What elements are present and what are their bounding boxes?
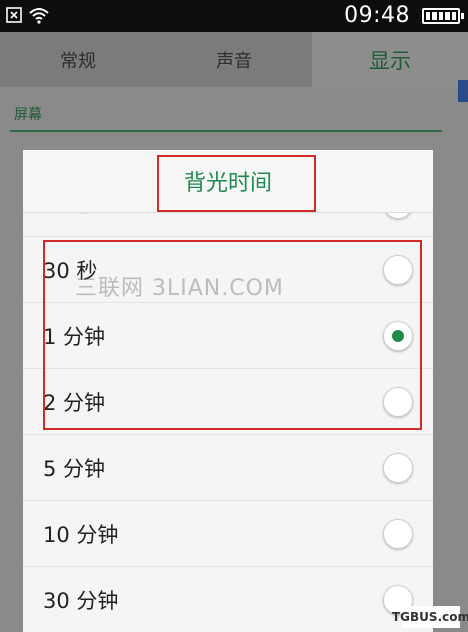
option-label: 1 分钟 — [43, 324, 106, 349]
radio-button-checked[interactable] — [383, 320, 413, 351]
backlight-dialog: 背光时间 15 秒 30 秒 1 分钟 2 分钟 5 分钟 10 分钟 30 分… — [23, 150, 433, 632]
option-row-10min[interactable]: 10 分钟 — [23, 501, 433, 567]
radio-button[interactable] — [383, 452, 413, 483]
status-time: 09:48 — [344, 3, 410, 28]
edge-indicator — [458, 80, 468, 102]
option-label: 10 分钟 — [43, 522, 119, 547]
tab-sound[interactable]: 声音 — [156, 32, 312, 87]
option-label: 5 分钟 — [43, 456, 106, 481]
wifi-icon — [29, 8, 49, 24]
section-divider — [10, 130, 442, 132]
radio-button[interactable] — [383, 386, 413, 417]
status-bar: 09:48 — [0, 0, 468, 32]
battery-icon — [422, 8, 464, 24]
watermark: 三联网 3LIAN.COM — [75, 276, 284, 301]
option-label: 30 分钟 — [43, 588, 119, 613]
radio-button[interactable] — [383, 518, 413, 549]
tab-general[interactable]: 常规 — [0, 32, 156, 87]
tab-display[interactable]: 显示 — [312, 32, 468, 87]
option-row-5min[interactable]: 5 分钟 — [23, 435, 433, 501]
option-row-2min[interactable]: 2 分钟 — [23, 369, 433, 435]
dialog-title: 背光时间 — [23, 150, 433, 213]
settings-tabs: 常规 声音 显示 — [0, 32, 468, 87]
close-box-icon — [6, 7, 22, 23]
radio-button[interactable] — [383, 254, 413, 285]
tgbus-logo: TGBUS.com — [392, 606, 468, 628]
option-row-1min[interactable]: 1 分钟 — [23, 303, 433, 369]
option-row-30min[interactable]: 30 分钟 — [23, 567, 433, 632]
option-label: 2 分钟 — [43, 390, 106, 415]
section-title: 屏幕 — [14, 107, 42, 123]
